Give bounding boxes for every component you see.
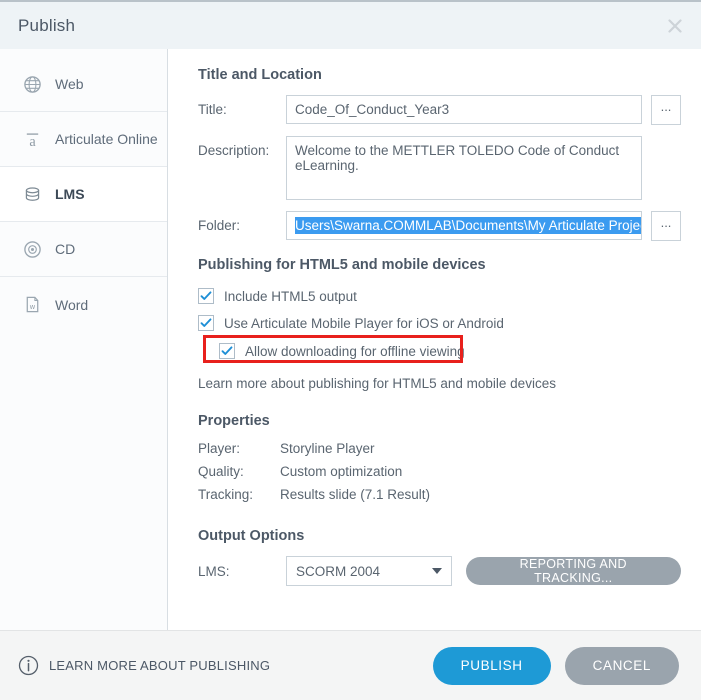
- dialog-titlebar: Publish: [0, 0, 701, 49]
- sidebar-item-label: Word: [55, 296, 89, 313]
- html5-learn-more-link[interactable]: Learn more about publishing for HTML5 an…: [198, 376, 681, 391]
- sidebar-item-label: Articulate Online: [55, 131, 158, 147]
- sidebar-item-lms[interactable]: LMS: [0, 167, 167, 222]
- checkbox-label[interactable]: Use Articulate Mobile Player for iOS or …: [224, 316, 504, 331]
- lms-select-value: SCORM 2004: [296, 563, 381, 579]
- sidebar-item-web[interactable]: Web: [0, 57, 167, 112]
- info-icon: [18, 655, 39, 676]
- checkmark-icon[interactable]: [198, 315, 214, 331]
- checkbox-row-offline-viewing[interactable]: Allow downloading for offline viewing: [219, 340, 681, 362]
- property-row-quality: Quality: Custom optimization: [198, 464, 681, 479]
- checkmark-icon[interactable]: [219, 343, 235, 359]
- lms-row: LMS: SCORM 2004 REPORTING AND TRACKING..…: [198, 556, 681, 586]
- section-properties-heading: Properties: [198, 413, 270, 429]
- dialog-footer: LEARN MORE ABOUT PUBLISHING PUBLISH CANC…: [0, 630, 701, 700]
- reporting-and-tracking-button[interactable]: REPORTING AND TRACKING...: [465, 557, 681, 585]
- title-field-row: Title: Code_Of_Conduct_Year3 ...: [198, 95, 681, 125]
- properties-section: Properties Player: Storyline Player Qual…: [198, 413, 681, 502]
- publish-target-sidebar: Web a Articulate Online LMS CD w Word: [0, 49, 168, 630]
- sidebar-item-label: LMS: [55, 186, 85, 202]
- folder-browse-button[interactable]: ...: [651, 211, 681, 241]
- property-value[interactable]: Custom optimization: [280, 464, 402, 479]
- property-label: Quality:: [198, 464, 244, 479]
- close-icon[interactable]: [661, 12, 689, 40]
- publish-dialog: Publish Web a Articulate Online LMS CD w…: [0, 0, 701, 700]
- sidebar-item-word[interactable]: w Word: [0, 277, 167, 332]
- folder-field-row: Folder: Users\Swarna.COMMLAB\Documents\M…: [198, 211, 681, 241]
- checkmark-icon[interactable]: [198, 288, 214, 304]
- property-row-tracking: Tracking: Results slide (7.1 Result): [198, 487, 681, 502]
- title-browse-button[interactable]: ...: [651, 95, 681, 125]
- html5-publishing-section: Publishing for HTML5 and mobile devices …: [198, 257, 681, 391]
- cancel-button[interactable]: CANCEL: [564, 646, 679, 685]
- learn-more-label: LEARN MORE ABOUT PUBLISHING: [49, 658, 271, 673]
- property-row-player: Player: Storyline Player: [198, 441, 681, 456]
- sidebar-item-label: Web: [55, 76, 84, 92]
- articulate-a-icon: a: [20, 127, 44, 151]
- svg-text:w: w: [28, 303, 35, 311]
- page-title: Publish: [18, 15, 76, 35]
- publish-button[interactable]: PUBLISH: [432, 646, 551, 685]
- folder-selected-text: Users\Swarna.COMMLAB\Documents\My Articu…: [295, 217, 641, 234]
- property-value[interactable]: Storyline Player: [280, 441, 375, 456]
- learn-more-about-publishing-link[interactable]: LEARN MORE ABOUT PUBLISHING: [18, 655, 270, 676]
- word-document-icon: w: [20, 293, 44, 317]
- section-html5-heading: Publishing for HTML5 and mobile devices: [198, 257, 486, 273]
- section-output-options-heading: Output Options: [198, 528, 305, 544]
- dialog-body: Web a Articulate Online LMS CD w Word Ti…: [0, 49, 701, 630]
- checkbox-label[interactable]: Allow downloading for offline viewing: [245, 344, 465, 359]
- checkbox-row-mobile-player[interactable]: Use Articulate Mobile Player for iOS or …: [198, 312, 681, 334]
- description-label: Description:: [198, 143, 270, 158]
- title-input[interactable]: Code_Of_Conduct_Year3: [286, 95, 642, 124]
- property-value[interactable]: Results slide (7.1 Result): [280, 487, 430, 502]
- folder-label: Folder:: [198, 218, 241, 233]
- section-title-and-location: Title and Location: [198, 67, 322, 83]
- svg-text:a: a: [29, 134, 36, 149]
- lms-select[interactable]: SCORM 2004: [286, 556, 452, 586]
- description-field-row: Description: Welcome to the METTLER TOLE…: [198, 136, 681, 200]
- checkbox-label[interactable]: Include HTML5 output: [224, 289, 357, 304]
- property-label: Player:: [198, 441, 241, 456]
- folder-input[interactable]: Users\Swarna.COMMLAB\Documents\My Articu…: [286, 211, 642, 240]
- sidebar-item-label: CD: [55, 241, 76, 257]
- chevron-down-icon: [431, 568, 442, 574]
- property-label: Tracking:: [198, 487, 254, 502]
- publish-settings-panel: Title and Location Title: Code_Of_Conduc…: [168, 49, 701, 630]
- globe-icon: [20, 72, 44, 96]
- offline-viewing-wrapper: Allow downloading for offline viewing: [198, 335, 681, 363]
- sidebar-item-articulate-online[interactable]: a Articulate Online: [0, 112, 167, 167]
- output-options-section: Output Options LMS: SCORM 2004 REPORTING…: [198, 528, 681, 586]
- database-icon: [20, 182, 44, 206]
- checkbox-row-include-html5[interactable]: Include HTML5 output: [198, 285, 681, 307]
- title-label: Title:: [198, 102, 227, 117]
- description-input[interactable]: Welcome to the METTLER TOLEDO Code of Co…: [286, 136, 642, 200]
- sidebar-item-cd[interactable]: CD: [0, 222, 167, 277]
- disc-icon: [20, 237, 44, 261]
- lms-label: LMS:: [198, 563, 230, 579]
